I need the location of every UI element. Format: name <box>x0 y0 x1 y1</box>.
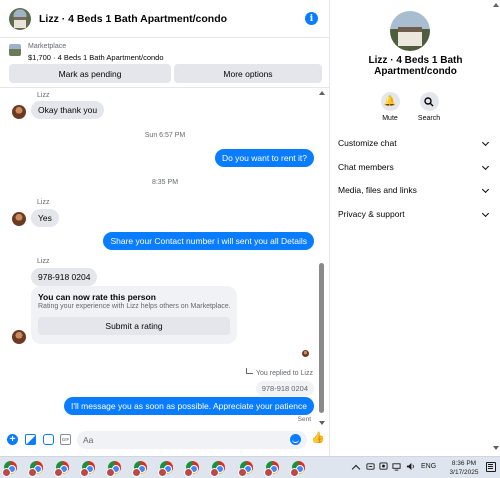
outgoing-message: I'll message you as soon as possible. Ap… <box>64 397 314 415</box>
sender-name: Lizz <box>37 199 50 206</box>
notification-icon[interactable] <box>486 462 496 472</box>
emoji-icon[interactable] <box>290 434 301 445</box>
like-icon[interactable]: 👍 <box>311 433 325 445</box>
mark-as-pending-button[interactable]: Mark as pending <box>9 64 171 83</box>
chrome-icon[interactable] <box>264 461 279 477</box>
sender-name: Lizz <box>37 92 50 99</box>
section-label: Customize chat <box>338 138 397 148</box>
incoming-message: Yes <box>31 209 59 227</box>
outgoing-message: Share your Contact number i will sent yo… <box>103 232 314 250</box>
system-clock[interactable]: 8:36 PM 3/17/2025 <box>445 459 483 477</box>
conversation-info-panel: Lizz · 4 Beds 1 Bath Apartment/condo 🔔 M… <box>331 0 500 456</box>
section-media-files-links[interactable]: Media, files and links <box>338 185 490 199</box>
section-label: Privacy & support <box>338 209 405 219</box>
chat-title[interactable]: Lizz · 4 Beds 1 Bath Apartment/condo <box>39 13 227 25</box>
chrome-icon[interactable] <box>54 461 69 477</box>
scroll-down-arrow-icon[interactable] <box>319 421 325 425</box>
conversation-name: Lizz · 4 Beds 1 Bath Apartment/condo <box>368 55 463 77</box>
outgoing-message: Do you want to rent it? <box>214 149 314 167</box>
clock-date: 3/17/2025 <box>449 469 479 476</box>
listing-source: Marketplace <box>28 43 67 50</box>
listing-info[interactable]: $1,700 · 4 Beds 1 Bath Apartment/condo <box>28 53 164 62</box>
chrome-icon[interactable] <box>2 461 17 477</box>
scroll-up-arrow-icon[interactable] <box>493 3 499 7</box>
sender-avatar[interactable] <box>12 330 26 344</box>
rating-card-title: You can now rate this person <box>38 292 156 302</box>
section-label: Chat members <box>338 162 394 172</box>
chevron-down-icon <box>481 209 490 218</box>
message-list: Lizz Okay thank you Sun 6:57 PM Do you w… <box>0 88 330 428</box>
taskbar: ENG 8:36 PM 3/17/2025 <box>0 456 500 478</box>
battery-status-icon[interactable] <box>379 462 388 471</box>
search-icon[interactable] <box>419 92 439 111</box>
chat-scrollbar[interactable] <box>318 88 326 428</box>
listing-photo[interactable] <box>390 11 430 51</box>
clock-time: 8:36 PM <box>451 460 477 467</box>
show-hidden-icons-chevron-icon[interactable] <box>351 464 361 474</box>
sender-name: Lizz <box>37 258 50 265</box>
page-scrollbar[interactable] <box>492 0 500 456</box>
chrome-icon[interactable] <box>184 461 199 477</box>
listing-avatar[interactable] <box>9 7 31 30</box>
sender-avatar[interactable] <box>12 105 26 119</box>
chat-header: Lizz · 4 Beds 1 Bath Apartment/condo i <box>0 0 330 38</box>
message-status: Sent <box>297 416 311 423</box>
timestamp: 8:35 PM <box>151 179 179 186</box>
gif-icon[interactable]: GIF <box>60 434 71 445</box>
section-chat-members[interactable]: Chat members <box>338 162 490 176</box>
chrome-icon[interactable] <box>80 461 95 477</box>
plus-icon[interactable]: + <box>7 434 18 445</box>
language-indicator[interactable]: ENG <box>421 463 436 474</box>
sender-avatar[interactable] <box>12 212 26 226</box>
chrome-icon[interactable] <box>238 461 253 477</box>
info-icon[interactable]: i <box>305 12 318 25</box>
speaker-icon[interactable] <box>406 462 415 471</box>
reply-indicator-label: You replied to Lizz <box>256 370 313 377</box>
chrome-icon[interactable] <box>106 461 121 477</box>
reply-icon <box>246 368 253 374</box>
cloud-icon[interactable] <box>366 462 375 471</box>
quoted-message[interactable]: 978-918 0204 <box>255 381 314 396</box>
search-button[interactable]: Search <box>409 92 449 122</box>
rating-card-description: Rating your experience with Lizz helps o… <box>38 303 231 310</box>
chrome-icon[interactable] <box>290 461 305 477</box>
incoming-message: Okay thank you <box>31 101 105 119</box>
scroll-thumb[interactable] <box>319 263 324 413</box>
scroll-up-arrow-icon[interactable] <box>319 91 325 95</box>
chrome-icon[interactable] <box>132 461 147 477</box>
listing-thumbnail[interactable] <box>9 44 21 56</box>
message-input[interactable] <box>77 431 307 449</box>
more-options-button[interactable]: More options <box>174 64 322 83</box>
timestamp: Sun 6:57 PM <box>144 132 186 139</box>
mute-label: Mute <box>382 115 398 122</box>
chevron-down-icon <box>481 185 490 194</box>
section-customize-chat[interactable]: Customize chat <box>338 138 490 152</box>
scroll-down-arrow-icon[interactable] <box>493 446 499 450</box>
section-label: Media, files and links <box>338 185 417 195</box>
chrome-icon[interactable] <box>210 461 225 477</box>
seen-indicator-avatar <box>302 350 309 357</box>
bell-icon[interactable]: 🔔 <box>380 92 400 111</box>
message-composer: + GIF 👍 <box>0 428 330 456</box>
network-icon[interactable] <box>392 462 401 471</box>
chrome-icon[interactable] <box>158 461 173 477</box>
search-label: Search <box>417 115 441 122</box>
chat-panel: Lizz · 4 Beds 1 Bath Apartment/condo i M… <box>0 0 330 456</box>
photo-icon[interactable] <box>25 434 36 445</box>
chrome-icon[interactable] <box>28 461 43 477</box>
chevron-down-icon <box>481 162 490 171</box>
mute-button[interactable]: 🔔 Mute <box>370 92 410 122</box>
section-privacy-support[interactable]: Privacy & support <box>338 209 490 223</box>
rating-card: You can now rate this person Rating your… <box>31 286 237 344</box>
submit-rating-button[interactable]: Submit a rating <box>38 317 230 335</box>
sticker-icon[interactable] <box>43 434 54 445</box>
listing-banner: Marketplace $1,700 · 4 Beds 1 Bath Apart… <box>0 38 330 88</box>
incoming-message: 978-918 0204 <box>31 268 98 286</box>
reply-indicator: You replied to Lizz <box>246 368 313 377</box>
chevron-down-icon <box>481 138 490 147</box>
